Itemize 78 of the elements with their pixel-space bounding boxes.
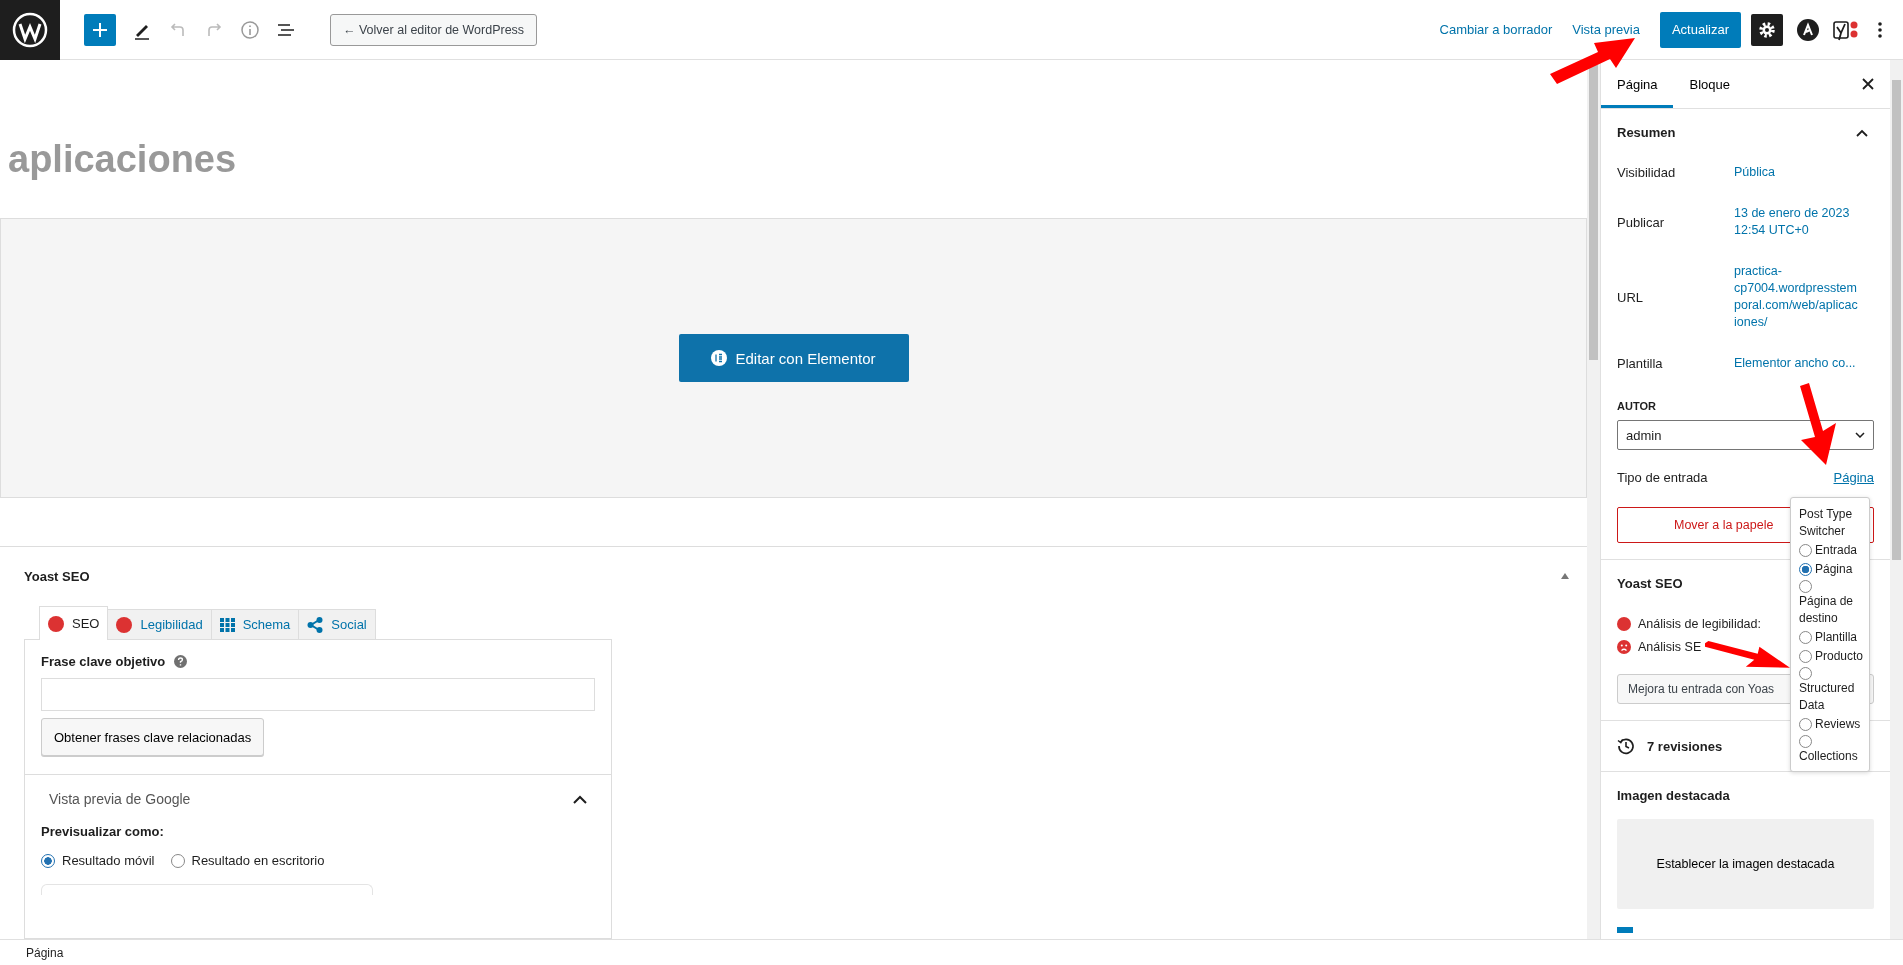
switch-to-draft-link[interactable]: Cambiar a borrador [1439, 22, 1553, 37]
chevron-icon [1855, 432, 1865, 438]
popup-title: Post Type Switcher [1799, 506, 1854, 540]
yoast-icon[interactable] [1833, 18, 1859, 41]
share-icon [307, 616, 324, 633]
radio-label: Página [1815, 561, 1853, 578]
post-type-link[interactable]: Página [1833, 470, 1874, 485]
chevron-icon[interactable] [1856, 128, 1868, 137]
row-label: Visibilidad [1617, 165, 1677, 180]
field-label: Previsualizar como: [41, 824, 165, 839]
radio-button[interactable] [1799, 718, 1812, 731]
radio-label: Resultado en escritorio [191, 853, 325, 868]
section-title: Yoast SEO [24, 568, 90, 584]
radio-label: Entrada [1815, 542, 1858, 559]
update-button[interactable]: Actualizar [1659, 11, 1741, 48]
back-to-editor-button[interactable]: ← Volver al editor de WordPress [330, 13, 538, 46]
section-title[interactable]: Vista previa de Google [49, 791, 191, 807]
sidebar-tab[interactable]: Bloque [1673, 60, 1746, 108]
row-value-link[interactable]: practica-cp7004.wordpresstemporal.com/web/aplicaciones/ [1734, 263, 1858, 331]
field-label: Frase clave objetivo [41, 654, 166, 669]
row-value-link[interactable]: Elementor ancho co... [1734, 355, 1858, 372]
info-icon[interactable] [240, 19, 260, 40]
chevron-icon[interactable] [573, 794, 587, 804]
scrollbar[interactable] [1890, 60, 1903, 939]
history-icon [1617, 737, 1635, 755]
keyphrase-input[interactable] [41, 678, 595, 711]
row-label: Publicar [1617, 214, 1665, 230]
collapse-icon[interactable] [1561, 573, 1569, 579]
elementor-icon [711, 350, 728, 367]
row-value-link[interactable]: Pública [1734, 164, 1858, 181]
settings-button[interactable] [1751, 13, 1783, 46]
edit-with-elementor-button[interactable]: Editar con Elementor [678, 334, 909, 383]
radio-button[interactable] [1799, 667, 1812, 680]
yoast-tab[interactable]: Social [298, 609, 376, 639]
radio-button[interactable] [1799, 631, 1812, 644]
grid-icon [219, 617, 235, 632]
preview-link[interactable]: Vista previa [1572, 22, 1640, 37]
radio-button[interactable] [1799, 735, 1812, 748]
row-label: Plantilla [1617, 356, 1664, 371]
field-label: AUTOR [1617, 400, 1657, 412]
breadcrumb[interactable]: Página [26, 945, 64, 960]
row-label: Tipo de entrada [1617, 470, 1709, 485]
wordpress-logo[interactable] [0, 0, 60, 60]
radio-label: Reviews [1815, 716, 1861, 733]
radio-button[interactable] [170, 853, 185, 868]
yoast-tab[interactable]: Legibilidad [107, 609, 212, 639]
set-featured-image-button[interactable]: Establecer la imagen destacada [1617, 819, 1874, 909]
radio-label: Collections [1799, 748, 1858, 765]
radio-button[interactable] [1799, 544, 1812, 557]
panel-title[interactable]: Imagen destacada [1617, 788, 1730, 803]
plugin-icon[interactable] [1797, 18, 1819, 41]
analysis-text: Análisis de legibilidad: [1638, 617, 1761, 631]
row-value-link[interactable]: 13 de enero de 2023 12:54 UTC+0 [1734, 205, 1858, 239]
checkbox[interactable] [1617, 927, 1633, 933]
radio-label: Página de destino [1799, 593, 1855, 627]
yoast-tab[interactable]: SEO [39, 606, 109, 640]
sidebar-tab[interactable]: Página [1601, 60, 1674, 108]
radio-button[interactable] [41, 853, 55, 868]
panel-title[interactable]: Yoast SEO [1617, 576, 1683, 591]
radio-label: Resultado móvil [62, 853, 155, 868]
author-select[interactable]: admin [1617, 420, 1874, 450]
radio-label: Producto [1815, 648, 1864, 665]
plus-icon [92, 21, 108, 38]
settings-icon [1758, 20, 1776, 39]
related-keyphrases-button[interactable]: Obtener frases clave relacionadas [41, 718, 265, 756]
add-block-button[interactable] [84, 13, 116, 46]
radio-label: Plantilla [1815, 629, 1858, 646]
more-options-icon[interactable] [1877, 20, 1883, 39]
close-icon[interactable] [1862, 78, 1874, 90]
yoast-tab[interactable]: Schema [210, 609, 300, 639]
radio-button[interactable] [1799, 650, 1812, 663]
analysis-text: Análisis SE [1638, 640, 1702, 654]
row-label: URL [1617, 289, 1644, 305]
help-icon[interactable] [174, 655, 188, 668]
radio-button[interactable] [1799, 563, 1812, 576]
panel-title[interactable]: Resumen [1617, 125, 1676, 140]
radio-button[interactable] [1799, 580, 1812, 593]
revisions-link[interactable]: 7 revisiones [1647, 738, 1723, 754]
